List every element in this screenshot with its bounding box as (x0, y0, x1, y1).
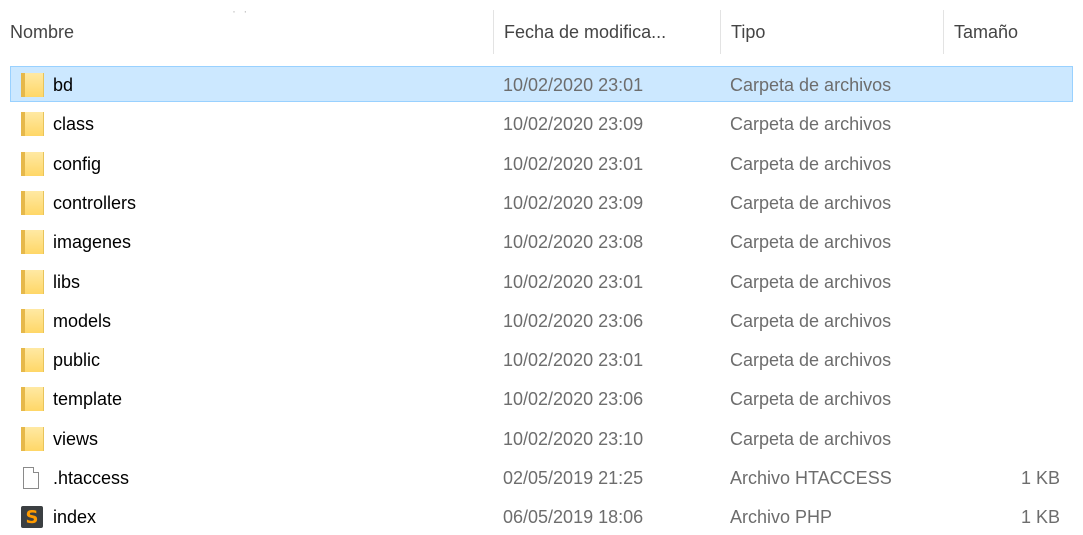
file-row[interactable]: class 10/02/2020 23:09 Carpeta de archivos (10, 105, 1073, 141)
file-type: Carpeta de archivos (730, 192, 892, 213)
column-header-type[interactable]: Tipo (721, 0, 943, 64)
file-name: libs (53, 271, 81, 292)
file-date-modified: 10/02/2020 23:01 (503, 74, 644, 95)
column-header-date-label: Fecha de modifica... (504, 21, 667, 42)
file-date-modified: 10/02/2020 23:10 (503, 428, 644, 449)
file-date-modified: 10/02/2020 23:01 (503, 153, 644, 174)
file-type: Carpeta de archivos (730, 388, 892, 409)
file-name: views (53, 428, 99, 449)
file-date-modified: 10/02/2020 23:01 (503, 271, 644, 292)
file-type: Carpeta de archivos (730, 153, 892, 174)
column-header-size[interactable]: Tamaño (944, 0, 1083, 64)
folder-icon (19, 427, 44, 451)
file-name: controllers (53, 192, 137, 213)
column-header-row: · · Nombre Fecha de modifica... Tipo Tam… (0, 0, 1083, 64)
file-date-modified: 10/02/2020 23:09 (503, 113, 644, 134)
file-row[interactable]: public 10/02/2020 23:01 Carpeta de archivo… (10, 341, 1073, 377)
column-header-name[interactable]: Nombre (0, 0, 493, 64)
column-header-type-label: Tipo (731, 21, 766, 42)
file-type: Carpeta de archivos (730, 113, 892, 134)
file-type: Carpeta de archivos (730, 231, 892, 252)
folder-icon (19, 73, 44, 97)
folder-icon (19, 387, 44, 411)
file-row[interactable]: controllers 10/02/2020 23:09 Carpeta de ar… (10, 184, 1073, 220)
column-header-size-label: Tamaño (954, 21, 1019, 42)
file-type: Carpeta de archivos (730, 349, 892, 370)
file-date-modified: 02/05/2019 21:25 (503, 467, 644, 488)
column-header-name-label: Nombre (10, 21, 75, 42)
file-row[interactable]: bd 10/02/2020 23:01 Carpeta de archivos (10, 66, 1073, 102)
file-row[interactable]: views 10/02/2020 23:10 Carpeta de archivos (10, 420, 1073, 456)
folder-icon (19, 270, 44, 294)
file-row[interactable]: Sindex 06/05/2019 18:06 Archivo PHP 1 KB (10, 498, 1073, 534)
file-name: .htaccess (53, 467, 130, 488)
folder-icon (19, 112, 44, 136)
column-header-date[interactable]: Fecha de modifica... (494, 0, 720, 64)
file-date-modified: 10/02/2020 23:01 (503, 349, 644, 370)
file-row[interactable]: config 10/02/2020 23:01 Carpeta de archivo… (10, 145, 1073, 181)
folder-icon (19, 348, 44, 372)
file-type: Carpeta de archivos (730, 271, 892, 292)
file-name: models (53, 310, 112, 331)
file-size: 1 KB (1020, 467, 1060, 488)
file-date-modified: 10/02/2020 23:06 (503, 310, 644, 331)
file-row[interactable]: models 10/02/2020 23:06 Carpeta de archivo… (10, 302, 1073, 338)
folder-icon (19, 191, 44, 215)
file-name: template (53, 388, 123, 409)
file-name: imagenes (53, 231, 132, 252)
php-icon: S (19, 505, 43, 529)
folder-icon (19, 230, 44, 254)
folder-icon (19, 309, 44, 333)
file-type: Archivo PHP (730, 506, 833, 527)
file-row[interactable]: libs 10/02/2020 23:01 Carpeta de archivos (10, 263, 1073, 299)
file-date-modified: 10/02/2020 23:08 (503, 231, 644, 252)
file-icon (19, 466, 43, 490)
file-name: public (53, 349, 101, 370)
file-explorer: · · Nombre Fecha de modifica... Tipo Tam… (0, 0, 1083, 528)
folder-icon (19, 152, 44, 176)
file-name: bd (53, 74, 74, 95)
file-row[interactable]: template 10/02/2020 23:06 Carpeta de archi… (10, 380, 1073, 416)
file-type: Archivo HTACCESS (730, 467, 892, 488)
file-name: index (53, 506, 97, 527)
file-date-modified: 10/02/2020 23:09 (503, 192, 644, 213)
file-type: Carpeta de archivos (730, 74, 892, 95)
file-date-modified: 10/02/2020 23:06 (503, 388, 644, 409)
file-name: class (53, 113, 95, 134)
file-date-modified: 06/05/2019 18:06 (503, 506, 644, 527)
file-row[interactable]: imagenes 10/02/2020 23:08 Carpeta de archi… (10, 223, 1073, 259)
file-type: Carpeta de archivos (730, 428, 892, 449)
file-size: 1 KB (1020, 506, 1060, 527)
file-type: Carpeta de archivos (730, 310, 892, 331)
file-row[interactable]: .htaccess 02/05/2019 21:25 Archivo HTACCES… (10, 459, 1073, 495)
file-name: config (53, 153, 102, 174)
